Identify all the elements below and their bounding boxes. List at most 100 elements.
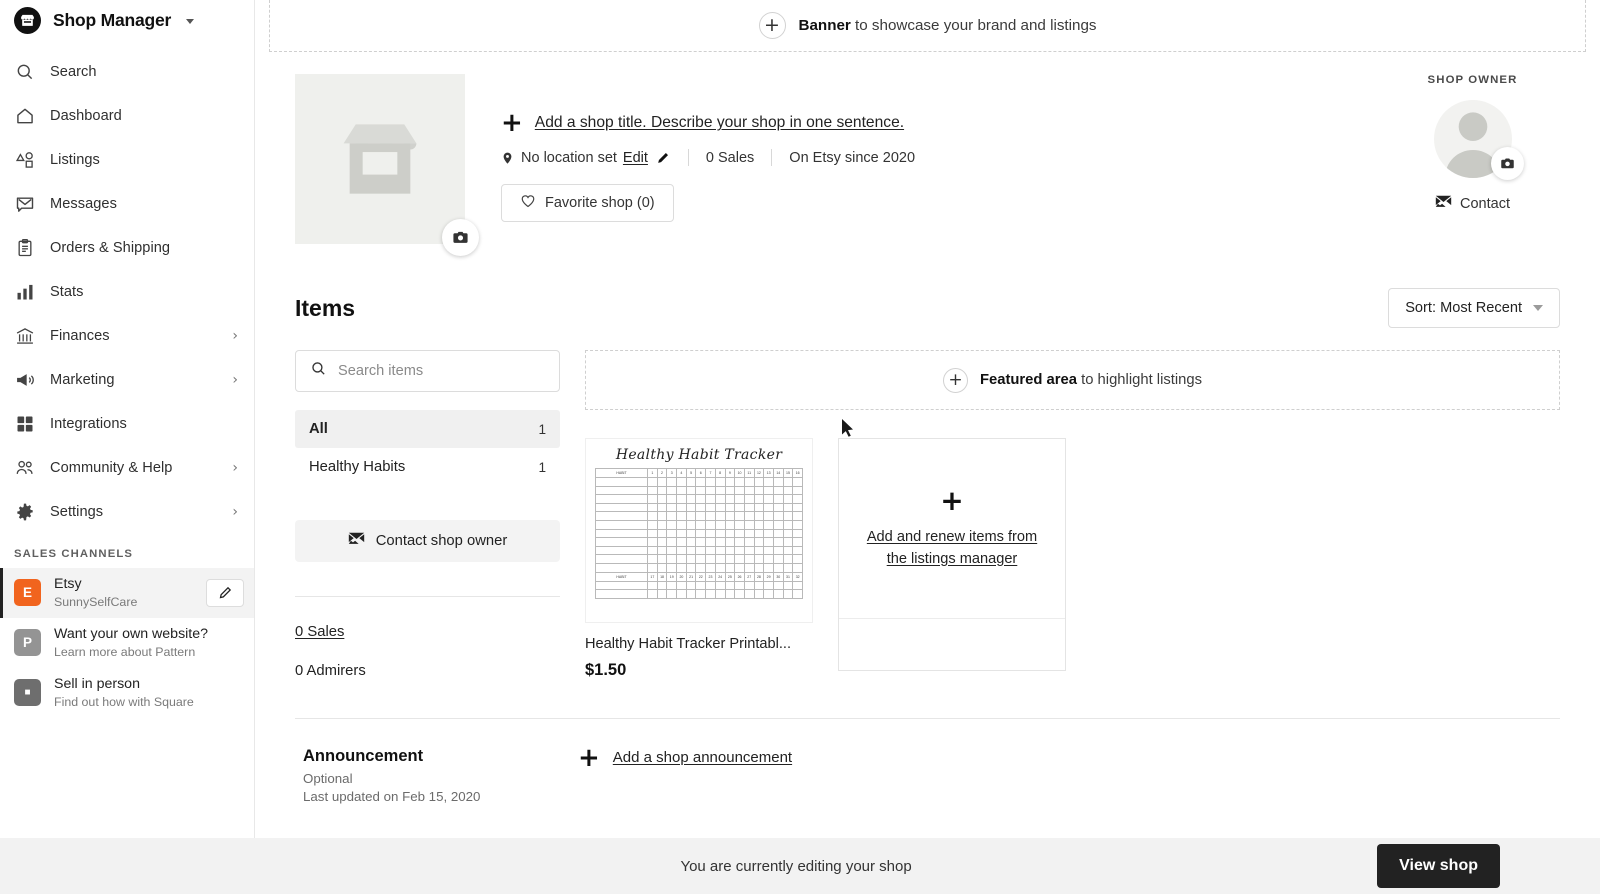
storefront-icon [14, 6, 41, 34]
add-banner-placeholder[interactable]: + Banner to showcase your brand and list… [269, 0, 1586, 52]
sidebar-header[interactable]: Shop Manager [0, 0, 254, 44]
sidebar-item-messages[interactable]: Messages [0, 182, 254, 226]
sidebar-item-label: Stats [50, 284, 84, 300]
sidebar-item-finances[interactable]: Finances › [0, 314, 254, 358]
announcement-section: Announcement Optional Last updated on Fe… [255, 719, 1600, 804]
search-icon [310, 360, 327, 382]
listing-cards-row: Healthy Habit Tracker HABIT 1 2 3 4 5 6 7 8 9 10 11… [585, 438, 1560, 680]
plus-icon: + [940, 484, 964, 518]
app-root: Shop Manager Search Dashboard Listings M… [0, 0, 1600, 894]
divider [687, 149, 689, 167]
category-item-healthy-habits[interactable]: Healthy Habits 1 [295, 448, 560, 486]
sort-dropdown[interactable]: Sort: Most Recent [1388, 288, 1560, 328]
category-list: All 1 Healthy Habits 1 [295, 410, 560, 486]
favorite-shop-label: Favorite shop (0) [545, 195, 655, 212]
items-body: All 1 Healthy Habits 1 Contact shop own [255, 350, 1600, 680]
sales-channel-square[interactable]: ■ Sell in person Find out how with Squar… [0, 668, 254, 718]
add-announcement-link[interactable]: Add a shop announcement [613, 749, 792, 766]
contact-shop-owner-label: Contact shop owner [375, 533, 508, 549]
plus-icon: + [942, 367, 968, 393]
camera-icon[interactable] [1490, 147, 1524, 180]
owner-avatar-wrapper [1433, 100, 1524, 180]
announcement-info: Announcement Optional Last updated on Fe… [303, 747, 578, 804]
sidebar-title: Shop Manager [53, 9, 172, 30]
banner-label-bold: Banner [798, 17, 851, 34]
contact-owner-label: Contact [1460, 196, 1510, 212]
sidebar-item-community-help[interactable]: Community & Help › [0, 446, 254, 490]
sidebar-item-label: Listings [50, 152, 100, 168]
sales-channels-heading: SALES CHANNELS [14, 548, 133, 560]
add-announcement-row[interactable]: + Add a shop announcement [578, 745, 792, 804]
sales-channel-name: Etsy [54, 576, 82, 592]
sidebar-item-label: Community & Help [50, 460, 173, 476]
sidebar-item-stats[interactable]: Stats [0, 270, 254, 314]
view-shop-button[interactable]: View shop [1377, 844, 1500, 888]
items-toolbar: Items Sort: Most Recent [255, 288, 1600, 328]
shop-sales-count: 0 Sales [705, 149, 755, 166]
sales-channel-text: Etsy SunnySelfCare [54, 576, 193, 610]
shop-location: No location set [521, 149, 617, 166]
sidebar-item-integrations[interactable]: Integrations [0, 402, 254, 446]
envelope-icon [1435, 195, 1452, 213]
pencil-icon[interactable] [656, 150, 671, 165]
sales-channel-sub: Learn more about Pattern [54, 644, 196, 659]
add-shop-title-link[interactable]: Add a shop title. Describe your shop in … [535, 114, 904, 132]
sidebar-item-listings[interactable]: Listings [0, 138, 254, 182]
add-renew-items-button[interactable]: + Add and renew items from the listings … [839, 439, 1065, 618]
edit-shop-button[interactable] [206, 578, 244, 607]
sales-channel-pattern[interactable]: P Want your own website? Learn more abou… [0, 618, 254, 668]
etsy-badge-icon: E [14, 579, 41, 607]
search-items-box[interactable] [295, 350, 560, 392]
main-content: + Banner to showcase your brand and list… [255, 0, 1600, 894]
tracker-title: Healthy Habit Tracker [615, 447, 783, 463]
featured-label: Featured area to highlight listings [980, 372, 1202, 388]
featured-area-placeholder[interactable]: + Featured area to highlight listings [585, 350, 1560, 410]
bank-icon [14, 325, 36, 347]
contact-shop-owner-button[interactable]: Contact shop owner [295, 520, 560, 562]
bar-chart-icon [14, 281, 36, 303]
people-icon [14, 457, 36, 479]
heart-icon [520, 193, 536, 213]
banner-label-rest: to showcase your brand and listings [850, 17, 1097, 34]
chevron-down-icon[interactable] [186, 19, 195, 24]
sidebar-item-label: Finances [50, 328, 110, 344]
camera-icon[interactable] [442, 219, 479, 256]
sidebar-item-label: Marketing [50, 372, 115, 388]
home-icon [14, 105, 36, 127]
contact-owner-link[interactable]: Contact [1385, 195, 1560, 213]
search-input[interactable] [338, 363, 545, 379]
chevron-right-icon: › [232, 328, 238, 344]
search-icon [14, 61, 36, 83]
category-name: All [309, 421, 328, 437]
location-pin-icon [501, 150, 514, 166]
sort-label: Sort: Most Recent [1405, 300, 1522, 316]
chevron-right-icon: › [232, 504, 238, 520]
add-card-footer [839, 618, 1065, 670]
featured-label-bold: Featured area [979, 372, 1077, 388]
sidebar-item-marketing[interactable]: Marketing › [0, 358, 254, 402]
sales-channel-name: Want your own website? [54, 625, 209, 642]
sidebar-item-dashboard[interactable]: Dashboard [0, 94, 254, 138]
listing-title: Healthy Habit Tracker Printabl... [585, 636, 792, 652]
sidebar-item-label: Settings [50, 504, 104, 520]
sidebar-item-search[interactable]: Search [0, 50, 254, 94]
announcement-title: Announcement [303, 747, 424, 765]
category-item-all[interactable]: All 1 [295, 410, 560, 448]
sidebar-item-orders-shipping[interactable]: Orders & Shipping [0, 226, 254, 270]
sidebar-item-label: Integrations [50, 416, 127, 432]
add-renew-items-card: + Add and renew items from the listings … [838, 438, 1066, 671]
sales-channel-text: Sell in person Find out how with Square [54, 676, 244, 710]
favorite-shop-button[interactable]: Favorite shop (0) [501, 184, 674, 223]
shop-image-wrapper [295, 74, 479, 256]
shapes-icon [14, 149, 36, 171]
sales-channel-etsy[interactable]: E Etsy SunnySelfCare [0, 568, 254, 618]
category-count: 1 [538, 421, 546, 437]
sales-link[interactable]: 0 Sales [295, 624, 344, 640]
sidebar-item-settings[interactable]: Settings › [0, 490, 254, 534]
listing-thumbnail: Healthy Habit Tracker HABIT 1 2 3 4 5 6 7 8 9 10 11… [585, 438, 813, 623]
edit-location-link[interactable]: Edit [623, 150, 648, 166]
listing-card[interactable]: Healthy Habit Tracker HABIT 1 2 3 4 5 6 7 8 9 10 11… [585, 438, 813, 680]
sales-channel-sub: Find out how with Square [54, 694, 194, 709]
add-renew-items-link[interactable]: Add and renew items from the listings ma… [855, 527, 1049, 569]
